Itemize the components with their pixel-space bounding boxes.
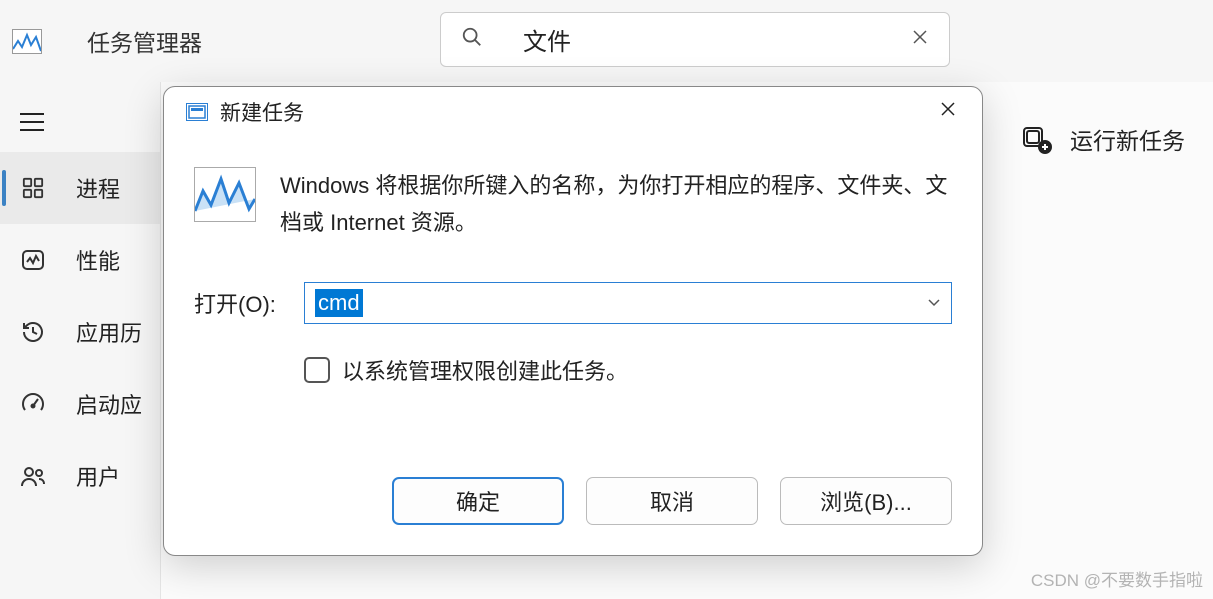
sidebar: 进程 性能 应用历 启动应 用户 (0, 82, 160, 599)
grid-icon (20, 175, 46, 201)
sidebar-item-label: 用户 (76, 460, 120, 492)
cancel-button[interactable]: 取消 (586, 477, 758, 525)
search-icon (461, 26, 483, 53)
task-manager-icon (194, 167, 256, 222)
clear-icon[interactable] (911, 28, 929, 51)
close-button[interactable] (936, 100, 960, 124)
task-manager-app-icon (12, 29, 42, 54)
search-value: 文件 (523, 22, 911, 57)
sidebar-item-label: 进程 (76, 172, 120, 204)
open-label: 打开(O): (194, 287, 292, 319)
sidebar-item-startup[interactable]: 启动应 (0, 368, 160, 440)
open-value: cmd (315, 289, 363, 317)
speed-icon (20, 391, 46, 417)
dialog-description: Windows 将根据你所键入的名称，为你打开相应的程序、文件夹、文档或 Int… (280, 167, 952, 242)
run-new-task-button[interactable]: 运行新任务 (1022, 122, 1185, 156)
activity-icon (20, 247, 46, 273)
app-title: 任务管理器 (87, 24, 202, 58)
browse-button[interactable]: 浏览(B)... (780, 477, 952, 525)
run-new-task-label: 运行新任务 (1070, 122, 1185, 156)
ok-button[interactable]: 确定 (392, 477, 564, 525)
history-icon (20, 319, 46, 345)
open-combobox[interactable]: cmd (304, 282, 952, 324)
search-input[interactable]: 文件 (440, 12, 950, 67)
hamburger-menu-button[interactable] (0, 92, 160, 152)
dialog-title: 新建任务 (220, 97, 304, 127)
sidebar-item-users[interactable]: 用户 (0, 440, 160, 512)
chevron-down-icon[interactable] (927, 296, 941, 310)
sidebar-item-performance[interactable]: 性能 (0, 224, 160, 296)
sidebar-item-label: 应用历 (76, 316, 142, 348)
run-new-task-icon (1022, 124, 1052, 154)
users-icon (20, 463, 46, 489)
app-header: 任务管理器 文件 (0, 0, 1213, 82)
sidebar-item-label: 启动应 (76, 388, 142, 420)
admin-label: 以系统管理权限创建此任务。 (342, 354, 628, 386)
admin-checkbox[interactable] (304, 357, 330, 383)
sidebar-item-label: 性能 (76, 244, 120, 276)
watermark: CSDN @不要数手指啦 (1031, 566, 1203, 591)
run-dialog-icon (186, 103, 208, 121)
dialog-titlebar: 新建任务 (164, 87, 982, 137)
sidebar-item-processes[interactable]: 进程 (0, 152, 160, 224)
new-task-dialog: 新建任务 Windows 将根据你所键入的名称，为你打开相应的程序、文件夹、文档… (163, 86, 983, 556)
sidebar-item-app-history[interactable]: 应用历 (0, 296, 160, 368)
